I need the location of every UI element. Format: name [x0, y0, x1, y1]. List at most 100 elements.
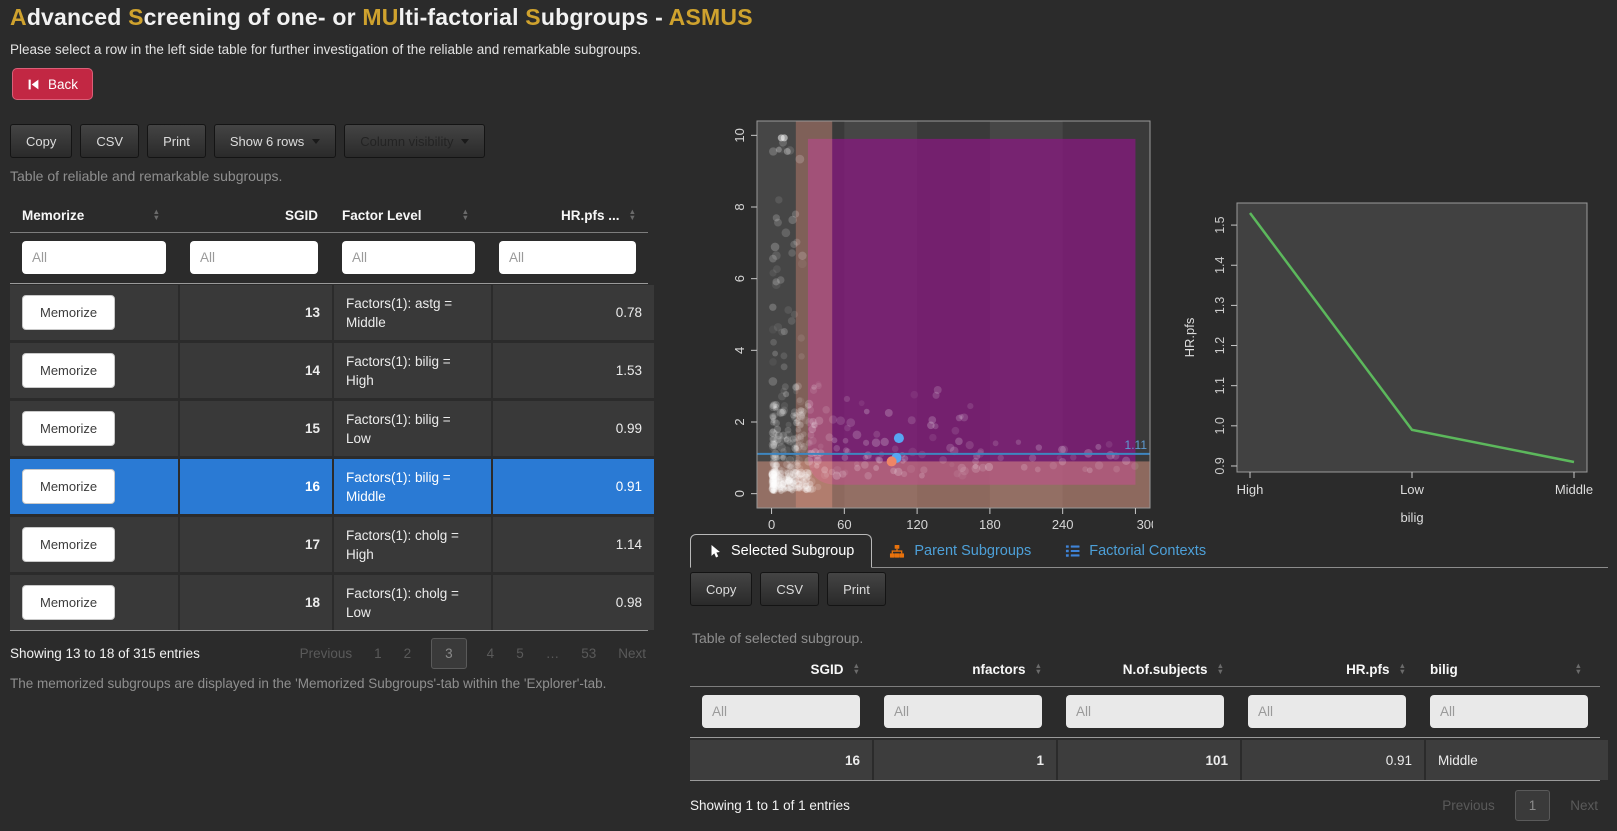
column-filter-input[interactable] — [702, 695, 860, 728]
pagination-page-[interactable]: … — [544, 646, 562, 661]
column-filter-input[interactable] — [884, 695, 1042, 728]
table-row-sgid-cell: 18 — [180, 575, 332, 630]
column-filter-input[interactable] — [1430, 695, 1588, 728]
factor-level-line2: Middle — [346, 313, 452, 332]
table-row-factor-level-cell: Factors(1): astg =Middle — [334, 285, 491, 340]
cursor-icon — [708, 544, 722, 559]
toolbar-button-column-visibility[interactable]: Column visibility — [344, 124, 485, 158]
memorize-button[interactable]: Memorize — [22, 353, 115, 388]
toolbar-button-label: Copy — [26, 134, 56, 149]
toolbar-button-copy[interactable]: Copy — [10, 124, 72, 158]
toolbar-button-print[interactable]: Print — [147, 124, 206, 158]
factor-level-text: Factors(1): cholg =High — [346, 526, 459, 564]
selected-subgroup-cell-bilig: Middle — [1426, 740, 1608, 780]
column-header-hr-pfs[interactable]: HR.pfs ...▲▼ — [487, 198, 648, 232]
column-header-bilig[interactable]: bilig▲▼ — [1418, 652, 1600, 686]
tab-parent-subgroups[interactable]: Parent Subgroups — [872, 535, 1048, 567]
pagination-page-2[interactable]: 2 — [402, 646, 414, 661]
memorize-button[interactable]: Memorize — [22, 585, 115, 620]
column-filter-input[interactable] — [1248, 695, 1406, 728]
pagination-next[interactable]: Next — [616, 646, 648, 661]
toolbar-button-show-6-rows[interactable]: Show 6 rows — [214, 124, 336, 158]
factor-level-text: Factors(1): bilig =High — [346, 352, 451, 390]
pagination-previous[interactable]: Previous — [298, 646, 355, 661]
table-row-hr-cell: 0.98 — [493, 575, 654, 630]
left-table-header: Memorize▲▼SGIDFactor Level▲▼HR.pfs ...▲▼ — [10, 198, 648, 233]
column-header-label: SGID — [811, 662, 844, 677]
memorize-button[interactable]: Memorize — [22, 411, 115, 446]
sort-icon: ▲▼ — [1399, 663, 1406, 675]
table-row-sgid-cell: 16 — [180, 459, 332, 514]
column-header-nfactors[interactable]: nfactors▲▼ — [872, 652, 1054, 686]
line-chart-svg: 0.91.01.11.21.31.41.5HR.pfsHighLowMiddle… — [1180, 172, 1610, 530]
selected-subgroup-toolbar: Copy CSV Print — [690, 572, 886, 606]
tab-factorial-contexts[interactable]: Factorial Contexts — [1048, 535, 1223, 567]
chevron-down-icon — [461, 139, 469, 144]
page-title: Advanced Screening of one- or MUlti-fact… — [10, 4, 753, 31]
column-header-label: N.of.subjects — [1123, 662, 1208, 677]
pagination-page-53[interactable]: 53 — [579, 646, 598, 661]
selected-subgroup-body: 1611010.91Middle — [690, 740, 1600, 781]
table-row-hr-cell: 1.14 — [493, 517, 654, 572]
column-header-n-of-subjects[interactable]: N.of.subjects▲▼ — [1054, 652, 1236, 686]
factor-level-line2: Low — [346, 429, 451, 448]
back-button[interactable]: Back — [12, 68, 93, 100]
svg-text:300: 300 — [1137, 517, 1153, 532]
column-filter-input[interactable] — [342, 241, 475, 274]
memorize-button[interactable]: Memorize — [22, 295, 115, 330]
pagination-previous[interactable]: Previous — [1440, 798, 1497, 813]
table-row-memorize-cell: Memorize — [10, 575, 178, 630]
memorize-button[interactable]: Memorize — [22, 469, 115, 504]
pagination-page-1[interactable]: 1 — [372, 646, 384, 661]
pagination-next[interactable]: Next — [1568, 798, 1600, 813]
column-filter-input[interactable] — [499, 241, 636, 274]
column-header-label: Factor Level — [342, 208, 422, 223]
selected-subgroup-cell-hr-pfs: 0.91 — [1242, 740, 1424, 780]
toolbar-button-label: CSV — [776, 582, 803, 597]
table-row-sgid-cell: 15 — [180, 401, 332, 456]
column-header-memorize[interactable]: Memorize▲▼ — [10, 198, 178, 232]
column-header-factor-level[interactable]: Factor Level▲▼ — [330, 198, 487, 232]
table-row-memorize-cell: Memorize — [10, 401, 178, 456]
memorize-button[interactable]: Memorize — [22, 527, 115, 562]
title-segment: S — [525, 4, 541, 30]
toolbar-button-label: Print — [163, 134, 190, 149]
pagination-page-3[interactable]: 3 — [431, 638, 467, 669]
column-header-label: HR.pfs ... — [561, 208, 620, 223]
column-filter-input[interactable] — [1066, 695, 1224, 728]
selected-subgroup-showing: Showing 1 to 1 of 1 entries — [690, 798, 850, 813]
toolbar-button-copy[interactable]: Copy — [690, 572, 752, 606]
table-row-factor-level-cell: Factors(1): bilig =Middle — [334, 459, 491, 514]
pagination-page-5[interactable]: 5 — [514, 646, 526, 661]
table-row-hr-cell: 0.91 — [493, 459, 654, 514]
pagination-page-1[interactable]: 1 — [1515, 790, 1551, 821]
selected-subgroup-cell-n-of-subjects: 101 — [1058, 740, 1240, 780]
column-filter-input[interactable] — [190, 241, 318, 274]
table-row-factor-level-cell: Factors(1): bilig =Low — [334, 401, 491, 456]
title-segment: A — [10, 4, 27, 30]
toolbar-button-csv[interactable]: CSV — [80, 124, 139, 158]
pagination-page-4[interactable]: 4 — [485, 646, 497, 661]
left-table-filter-row — [10, 233, 648, 284]
column-header-sgid[interactable]: SGID ▲▼ — [690, 652, 872, 686]
svg-text:1.0: 1.0 — [1213, 417, 1227, 434]
factor-level-text: Factors(1): cholg =Low — [346, 584, 459, 622]
toolbar-button-csv[interactable]: CSV — [760, 572, 819, 606]
table-row-memorize-cell: Memorize — [10, 517, 178, 572]
toolbar-button-print[interactable]: Print — [827, 572, 886, 606]
factor-level-line1: Factors(1): bilig = — [346, 410, 451, 429]
table-row-sgid-cell: 13 — [180, 285, 332, 340]
column-filter-input[interactable] — [22, 241, 166, 274]
selected-subgroup-header: SGID▲▼nfactors▲▼N.of.subjects▲▼HR.pfs▲▼b… — [690, 652, 1600, 687]
column-header-hr-pfs[interactable]: HR.pfs▲▼ — [1236, 652, 1418, 686]
tab-selected-subgroup[interactable]: Selected Subgroup — [690, 534, 872, 568]
left-table-footer: Showing 13 to 18 of 315 entries Previous… — [10, 638, 648, 669]
tab-label: Selected Subgroup — [731, 543, 854, 559]
sort-icon: ▲▼ — [853, 663, 860, 675]
factor-level-text: Factors(1): bilig =Middle — [346, 468, 451, 506]
column-header-sgid[interactable]: SGID — [178, 198, 330, 232]
subgroup-scatter-plot: 1.110246810060120180240300 — [706, 115, 1153, 533]
svg-text:8: 8 — [732, 203, 747, 210]
svg-text:4: 4 — [732, 347, 747, 354]
svg-text:60: 60 — [837, 517, 851, 532]
